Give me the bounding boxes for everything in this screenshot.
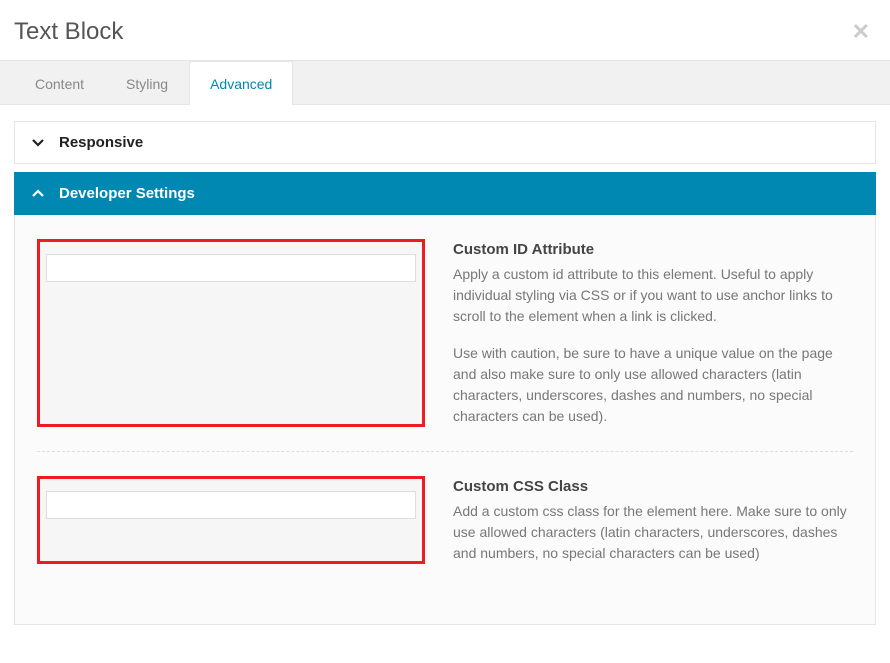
field-label: Custom CSS Class <box>453 478 853 495</box>
field-help-text: Apply a custom id attribute to this elem… <box>453 264 853 427</box>
text-block-modal: Text Block ✕ Content Styling Advanced Re… <box>0 0 890 663</box>
chevron-up-icon <box>31 187 45 201</box>
field-label: Custom ID Attribute <box>453 241 853 258</box>
tab-styling[interactable]: Styling <box>105 61 189 105</box>
field-input-highlight <box>37 476 425 564</box>
custom-class-input[interactable] <box>46 491 416 519</box>
tab-content[interactable]: Content <box>14 61 105 105</box>
content-area: Responsive Developer Settings Custom ID … <box>0 105 890 647</box>
custom-id-input[interactable] <box>46 254 416 282</box>
modal-title: Text Block <box>14 18 123 46</box>
accordion-title-responsive: Responsive <box>59 134 143 151</box>
field-custom-class: Custom CSS Class Add a custom css class … <box>37 476 853 588</box>
field-desc: Custom CSS Class Add a custom css class … <box>453 476 853 564</box>
accordion-title-developer: Developer Settings <box>59 185 195 202</box>
accordion-body-developer: Custom ID Attribute Apply a custom id at… <box>14 215 876 625</box>
field-help-text: Add a custom css class for the element h… <box>453 501 853 564</box>
accordion-responsive: Responsive <box>14 121 876 164</box>
modal-header: Text Block ✕ <box>0 0 890 60</box>
accordion-header-responsive[interactable]: Responsive <box>14 121 876 164</box>
tab-advanced[interactable]: Advanced <box>189 61 293 105</box>
accordion-developer: Developer Settings Custom ID Attribute A… <box>14 172 876 625</box>
close-icon[interactable]: ✕ <box>852 19 870 45</box>
field-input-highlight <box>37 239 425 427</box>
accordion-header-developer[interactable]: Developer Settings <box>14 172 876 215</box>
tabs: Content Styling Advanced <box>14 61 890 104</box>
field-desc: Custom ID Attribute Apply a custom id at… <box>453 239 853 427</box>
chevron-down-icon <box>31 136 45 150</box>
field-custom-id: Custom ID Attribute Apply a custom id at… <box>37 239 853 452</box>
tabs-bar: Content Styling Advanced <box>0 60 890 105</box>
